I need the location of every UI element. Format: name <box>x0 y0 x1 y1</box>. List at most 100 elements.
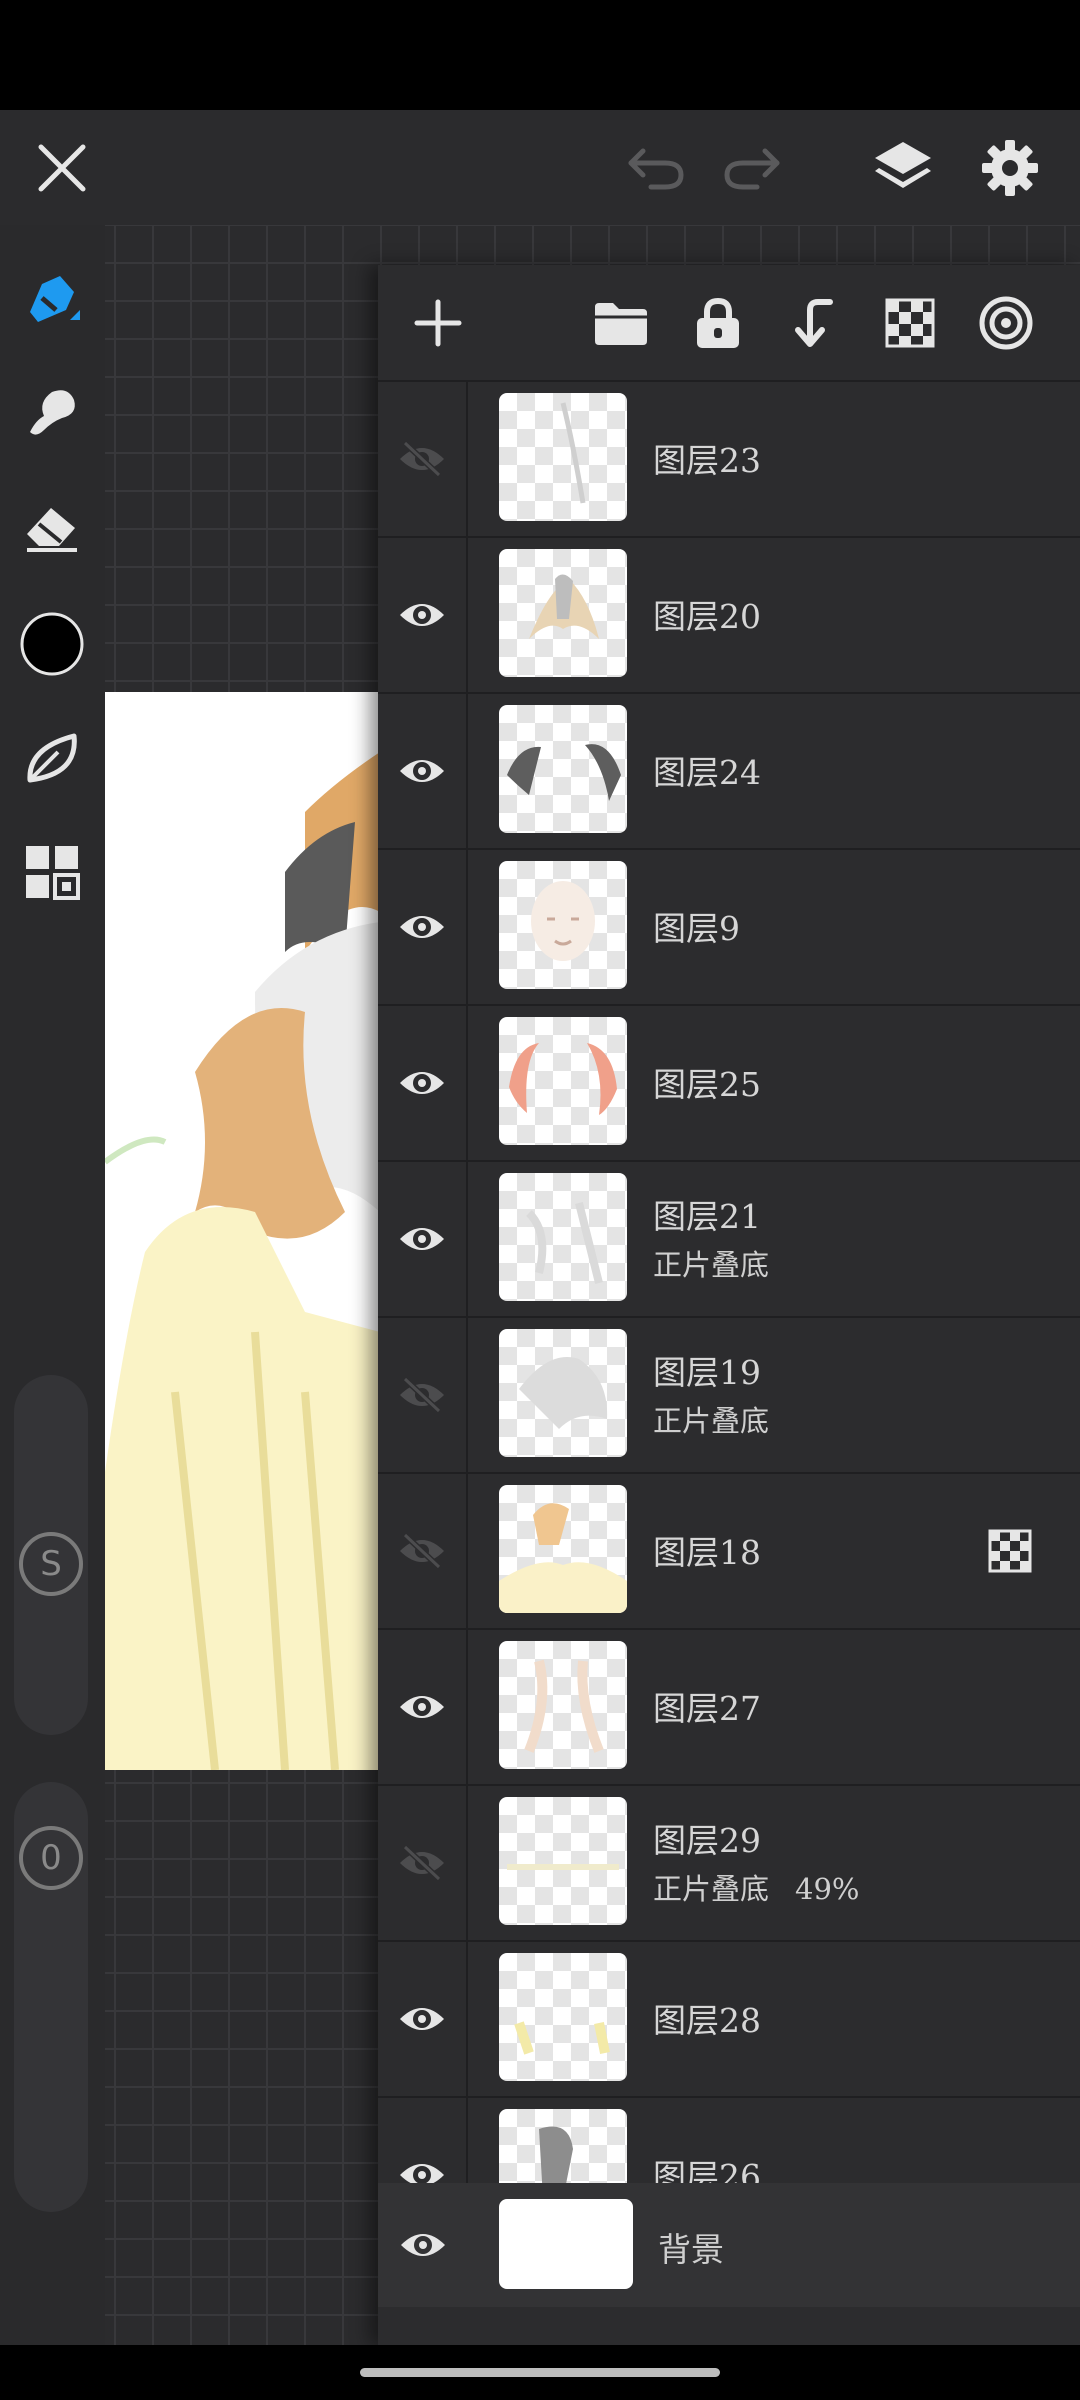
brush-library-tool[interactable] <box>12 718 92 798</box>
eye-icon <box>400 1696 444 1718</box>
layer-blend-mode-label: 正片叠底 <box>653 1872 770 1906</box>
grid-icon <box>26 846 80 900</box>
layer-blend-mode-label: 正片叠底 <box>653 1404 770 1438</box>
layer-name: 图层28 <box>653 2001 761 2040</box>
eraser-tool[interactable] <box>12 486 92 566</box>
close-button[interactable] <box>22 128 102 208</box>
layer-visibility-toggle[interactable] <box>378 1474 468 1628</box>
layer-row[interactable]: 图层24 <box>378 692 1080 848</box>
layer-thumbnail <box>499 1797 627 1925</box>
layer-name: 图层27 <box>653 1689 761 1728</box>
merge-down-button[interactable] <box>776 285 852 361</box>
layer-visibility-toggle[interactable] <box>378 1630 468 1784</box>
add-layer-button[interactable] <box>400 285 476 361</box>
layer-visibility-toggle[interactable] <box>378 850 468 1004</box>
background-visibility-toggle[interactable] <box>378 2183 468 2307</box>
layer-row[interactable]: 图层20 <box>378 536 1080 692</box>
layer-visibility-toggle[interactable] <box>378 382 468 536</box>
target-icon <box>979 296 1033 350</box>
layer-row[interactable]: 图层23 <box>378 380 1080 536</box>
layer-row[interactable]: 图层19 正片叠底 <box>378 1316 1080 1472</box>
new-folder-button[interactable] <box>583 285 659 361</box>
layer-row[interactable]: 图层27 <box>378 1628 1080 1784</box>
eye-slash-icon <box>400 1845 444 1881</box>
layers-button[interactable] <box>863 128 943 208</box>
layer-name: 图层21 <box>653 1197 761 1236</box>
layer-blend-mode: 正片叠底 <box>653 1242 769 1284</box>
close-icon <box>38 144 86 192</box>
home-indicator[interactable] <box>360 2368 720 2377</box>
layer-name: 图层19 <box>653 1353 761 1392</box>
status-bar <box>0 0 1080 110</box>
layer-list: 图层23 图层20 图层24 图层9 图层25 图层21 正片叠底 图层19 正… <box>378 380 1080 2252</box>
layer-name: 图层29 <box>653 1821 761 1860</box>
layer-name: 图层18 <box>653 1533 761 1572</box>
eye-slash-icon <box>400 1533 444 1569</box>
clipping-button[interactable] <box>968 285 1044 361</box>
layer-row[interactable]: 图层18 <box>378 1472 1080 1628</box>
layer-name: 图层24 <box>653 753 761 792</box>
layer-panel-toolbar <box>378 265 1080 380</box>
layer-name: 图层23 <box>653 441 761 480</box>
artwork-canvas[interactable] <box>105 692 380 1770</box>
layer-visibility-toggle[interactable] <box>378 1006 468 1160</box>
layer-visibility-toggle[interactable] <box>378 1786 468 1940</box>
color-circle-icon <box>20 612 84 676</box>
undo-icon <box>628 148 684 190</box>
eye-icon <box>400 916 444 938</box>
layer-thumbnail <box>499 1953 627 2081</box>
eye-icon <box>400 760 444 782</box>
add-icon <box>414 299 462 347</box>
alpha-checker-icon <box>885 298 935 348</box>
merge-down-icon <box>795 299 833 347</box>
eye-icon <box>400 604 444 626</box>
eye-icon <box>400 1228 444 1250</box>
color-swatch[interactable] <box>12 604 92 684</box>
material-grid-tool[interactable] <box>12 832 92 912</box>
size-slider-knob[interactable]: S <box>19 1532 83 1596</box>
alpha-lock-button[interactable] <box>872 285 948 361</box>
layer-thumbnail <box>499 393 627 521</box>
layer-thumbnail <box>499 1173 627 1301</box>
undo-button[interactable] <box>616 128 696 208</box>
layer-row[interactable]: 图层25 <box>378 1004 1080 1160</box>
layer-visibility-toggle[interactable] <box>378 1162 468 1316</box>
layer-row[interactable]: 图层9 <box>378 848 1080 1004</box>
layer-thumbnail <box>499 549 627 677</box>
layer-visibility-toggle[interactable] <box>378 538 468 692</box>
smudge-icon <box>30 390 75 435</box>
layer-blend-mode: 正片叠底 <box>653 1398 769 1440</box>
layer-name: 图层20 <box>653 597 761 636</box>
settings-button[interactable] <box>970 128 1050 208</box>
background-thumbnail <box>499 2199 633 2289</box>
layers-icon <box>875 142 931 188</box>
layer-blend-mode: 正片叠底 49% <box>653 1866 859 1908</box>
opacity-slider-knob[interactable]: 0 <box>19 1826 83 1890</box>
gear-icon <box>982 140 1038 196</box>
layer-name: 图层25 <box>653 1065 761 1104</box>
layer-thumbnail <box>499 1485 627 1613</box>
layer-thumbnail <box>499 705 627 833</box>
redo-button[interactable] <box>712 128 792 208</box>
background-layer-row[interactable]: 背景 <box>378 2183 1080 2307</box>
background-layer-name: 背景 <box>658 2230 724 2269</box>
folder-icon <box>595 303 647 345</box>
leaf-icon <box>27 733 77 783</box>
layer-thumbnail <box>499 1017 627 1145</box>
eye-slash-icon <box>400 441 444 477</box>
eye-icon <box>401 2234 445 2256</box>
redo-icon <box>724 148 780 190</box>
eye-slash-icon <box>400 1377 444 1413</box>
pen-icon <box>30 276 80 322</box>
smudge-tool[interactable] <box>12 372 92 452</box>
layer-row[interactable]: 图层29 正片叠底 49% <box>378 1784 1080 1940</box>
eraser-icon <box>27 508 77 552</box>
layer-row[interactable]: 图层21 正片叠底 <box>378 1160 1080 1316</box>
layer-thumbnail <box>499 861 627 989</box>
lock-layer-button[interactable] <box>680 285 756 361</box>
layer-visibility-toggle[interactable] <box>378 694 468 848</box>
layer-row[interactable]: 图层28 <box>378 1940 1080 2096</box>
layer-visibility-toggle[interactable] <box>378 1318 468 1472</box>
layer-visibility-toggle[interactable] <box>378 1942 468 2096</box>
pen-tool[interactable] <box>12 260 92 340</box>
